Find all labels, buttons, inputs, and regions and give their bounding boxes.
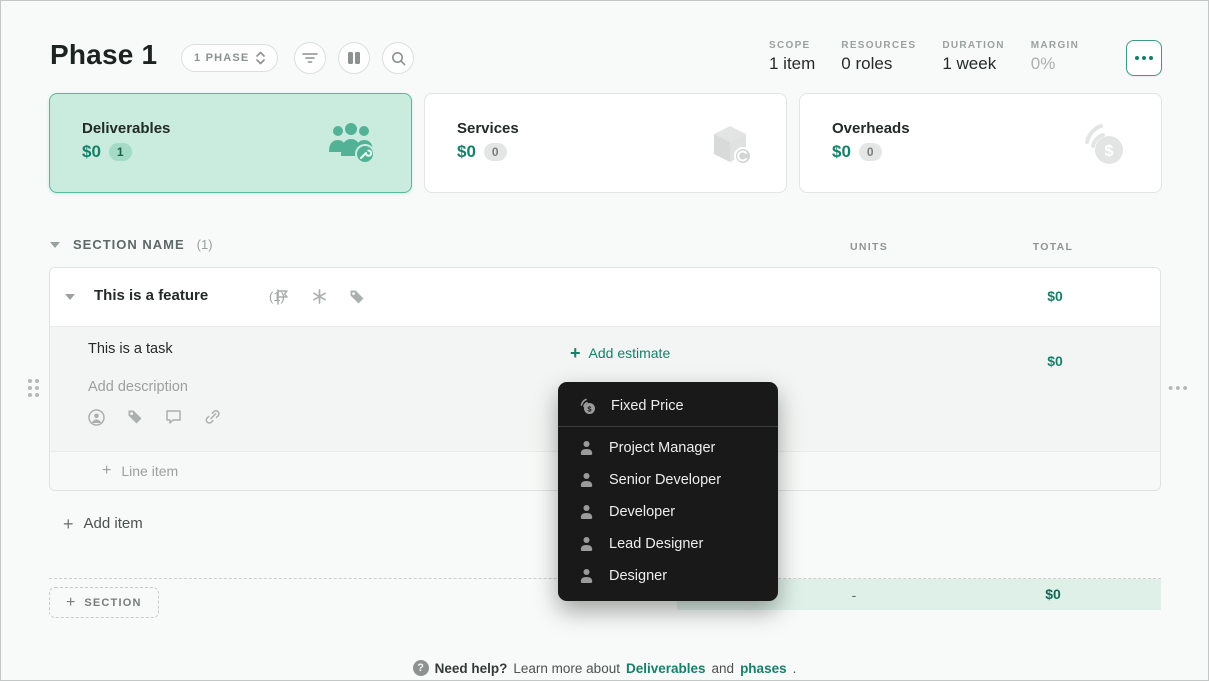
add-line-item-button[interactable]: + Line item	[102, 462, 178, 480]
drag-handle[interactable]	[28, 379, 39, 397]
question-icon: ?	[412, 660, 429, 676]
plus-icon: +	[102, 462, 112, 479]
menu-item-fixed-price[interactable]: $ Fixed Price	[558, 390, 778, 422]
person-icon	[580, 569, 593, 583]
plus-icon: +	[63, 513, 74, 534]
column-header-units: UNITS	[850, 241, 888, 253]
add-estimate-button[interactable]: + Add estimate	[570, 343, 670, 363]
menu-item-designer[interactable]: Designer	[558, 560, 778, 592]
deliverables-count-badge: 1	[108, 143, 132, 161]
estimate-dropdown-menu: $ Fixed Price Project Manager Senior Dev…	[558, 382, 778, 601]
add-item-button[interactable]: + Add item	[63, 513, 143, 534]
ellipsis-icon	[1135, 56, 1139, 60]
section-name[interactable]: SECTION NAME	[73, 237, 185, 252]
feature-collapse-chevron-icon[interactable]	[64, 293, 76, 301]
person-icon	[580, 473, 593, 487]
stat-scope: SCOPE 1 item	[769, 40, 816, 73]
search-icon	[391, 51, 405, 65]
phase-more-actions-button[interactable]	[1126, 40, 1162, 76]
plus-icon: +	[570, 343, 581, 363]
deliverables-link[interactable]: Deliverables	[626, 661, 706, 676]
menu-item-senior-developer[interactable]: Senior Developer	[558, 464, 778, 496]
section-collapse-chevron-icon[interactable]	[49, 241, 61, 249]
coins-icon: $	[1079, 122, 1127, 168]
task-name[interactable]: This is a task	[88, 341, 173, 357]
help-footer: ? Need help? Learn more about Deliverabl…	[1, 660, 1208, 676]
feature-total: $0	[1047, 288, 1063, 304]
filter-button[interactable]	[294, 42, 326, 74]
chevron-updown-icon	[256, 51, 266, 65]
card-deliverables[interactable]: Deliverables $0 1	[49, 93, 412, 193]
tag-icon[interactable]	[349, 289, 365, 305]
filter-icon	[302, 53, 318, 63]
coins-icon: $	[580, 398, 595, 414]
card-overheads[interactable]: Overheads $0 0 $	[799, 93, 1162, 193]
help-text: Learn more about	[513, 660, 620, 676]
menu-item-developer[interactable]: Developer	[558, 496, 778, 528]
add-section-button[interactable]: + SECTION	[49, 587, 159, 618]
box-icon	[708, 122, 752, 166]
services-count-badge: 0	[483, 143, 507, 161]
svg-text:$: $	[1105, 143, 1114, 160]
overheads-amount: $0	[832, 142, 851, 161]
task-total: $0	[1047, 353, 1063, 369]
phases-link[interactable]: phases	[740, 661, 787, 676]
plus-icon: +	[66, 593, 76, 611]
card-services[interactable]: Services $0 0	[424, 93, 787, 193]
link-icon[interactable]	[204, 409, 221, 425]
total-amount: $0	[1045, 586, 1061, 602]
total-units: -	[851, 587, 857, 603]
person-icon	[580, 441, 593, 455]
feature-row[interactable]: This is a feature (1) $0	[50, 268, 1160, 327]
columns-icon	[348, 52, 360, 64]
phase-stats: SCOPE 1 item RESOURCES 0 roles DURATION …	[769, 40, 1079, 74]
app-window: Phase 1 1 PHASE SCOPE 1 item RESOURCES 0…	[0, 0, 1209, 681]
stat-duration: DURATION 1 week	[942, 40, 1005, 73]
flag-icon[interactable]	[276, 289, 290, 305]
page-title: Phase 1	[50, 39, 158, 70]
section-item-count: (1)	[196, 237, 213, 252]
menu-item-project-manager[interactable]: Project Manager	[558, 432, 778, 464]
menu-item-lead-designer[interactable]: Lead Designer	[558, 528, 778, 560]
columns-view-button[interactable]	[338, 42, 370, 74]
task-description-placeholder[interactable]: Add description	[88, 379, 188, 395]
row-more-actions[interactable]: •••	[1168, 380, 1190, 397]
stat-resources: RESOURCES 0 roles	[841, 40, 917, 73]
stat-margin: MARGIN 0%	[1030, 40, 1080, 73]
feature-name[interactable]: This is a feature	[94, 287, 208, 304]
search-button[interactable]	[382, 42, 414, 74]
menu-divider	[558, 426, 778, 427]
person-icon	[580, 505, 593, 519]
person-icon	[580, 537, 593, 551]
column-header-total: TOTAL	[1032, 241, 1074, 253]
assignee-avatar-icon[interactable]	[88, 409, 105, 426]
deliverables-amount: $0	[82, 142, 101, 161]
phase-selector-label: 1 PHASE	[194, 52, 250, 64]
overheads-count-badge: 0	[858, 143, 882, 161]
asterisk-icon[interactable]	[312, 289, 327, 304]
services-amount: $0	[457, 142, 476, 161]
phase-selector[interactable]: 1 PHASE	[181, 44, 279, 72]
task-tag-icon[interactable]	[127, 409, 143, 425]
team-gear-icon	[325, 122, 377, 166]
help-bold: Need help?	[434, 660, 508, 676]
comment-icon[interactable]	[165, 409, 182, 425]
